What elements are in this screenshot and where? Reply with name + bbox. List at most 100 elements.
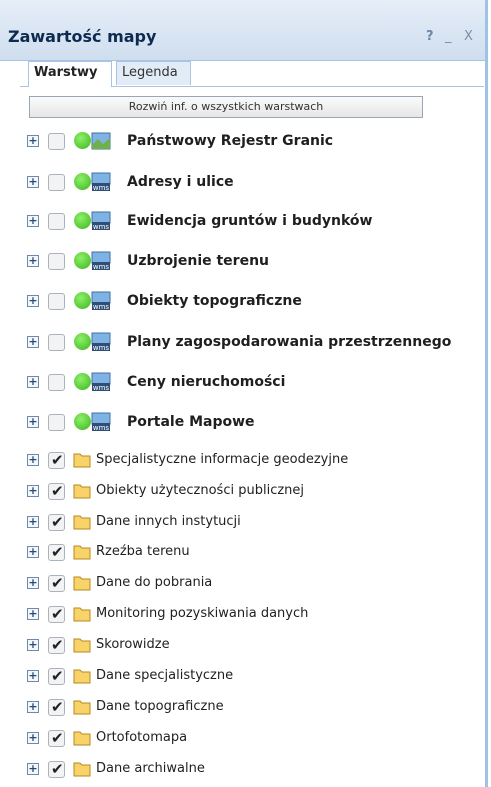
checkmark-icon: ✔ xyxy=(51,482,64,500)
expand-plus-icon[interactable]: + xyxy=(27,135,39,147)
status-green-icon xyxy=(74,212,91,229)
expand-plus-icon[interactable]: + xyxy=(27,546,39,558)
layer-checkbox[interactable] xyxy=(48,253,65,270)
close-icon[interactable]: X xyxy=(464,29,473,44)
status-green-icon xyxy=(74,132,91,149)
folder-label: Ortofotomapa xyxy=(96,730,188,745)
expand-plus-icon[interactable]: + xyxy=(27,732,39,744)
title-bar[interactable]: Zawartość mapy ? _ X xyxy=(0,0,485,61)
checkmark-icon: ✔ xyxy=(51,729,64,747)
wms-icon: wms xyxy=(91,291,111,311)
folder-checkbox[interactable]: ✔ xyxy=(48,636,65,654)
help-icon[interactable]: ? xyxy=(426,29,434,44)
layer-checkbox[interactable] xyxy=(48,374,65,391)
layer-group-label: Plany zagospodarowania przestrzennego xyxy=(127,334,452,350)
folder-label: Dane topograficzne xyxy=(96,699,224,714)
wms-icon: wms xyxy=(91,251,111,271)
svg-text:wms: wms xyxy=(93,384,110,392)
folder-label: Dane innych instytucji xyxy=(96,514,241,529)
folder-checkbox[interactable]: ✔ xyxy=(48,667,65,685)
folder-label: Obiekty użyteczności publicznej xyxy=(96,483,305,498)
layer-group-label: Uzbrojenie terenu xyxy=(127,253,270,269)
checkmark-icon: ✔ xyxy=(51,543,64,561)
folder-label: Dane specjalistyczne xyxy=(96,668,234,683)
layer-checkbox[interactable] xyxy=(48,213,65,230)
expand-plus-icon[interactable]: + xyxy=(27,416,39,428)
layer-checkbox[interactable] xyxy=(48,334,65,351)
svg-text:wms: wms xyxy=(93,303,110,311)
status-green-icon xyxy=(74,173,91,190)
folder-icon xyxy=(73,669,91,684)
folder-icon xyxy=(73,576,91,591)
expand-plus-icon[interactable]: + xyxy=(27,376,39,388)
panel-title: Zawartość mapy xyxy=(8,27,157,46)
expand-plus-icon[interactable]: + xyxy=(27,215,39,227)
expand-all-button[interactable]: Rozwiń inf. o wszystkich warstwach xyxy=(29,96,423,118)
expand-plus-icon[interactable]: + xyxy=(27,670,39,682)
folder-icon xyxy=(73,607,91,622)
expand-plus-icon[interactable]: + xyxy=(27,485,39,497)
expand-plus-icon[interactable]: + xyxy=(27,336,39,348)
folder-checkbox[interactable]: ✔ xyxy=(48,760,65,778)
svg-text:wms: wms xyxy=(93,344,110,352)
layer-checkbox[interactable] xyxy=(48,414,65,431)
folder-label: Specjalistyczne informacje geodezyjne xyxy=(96,452,349,467)
svg-text:wms: wms xyxy=(93,184,110,192)
folder-label: Dane do pobrania xyxy=(96,575,213,590)
folder-checkbox[interactable]: ✔ xyxy=(48,543,65,561)
layer-group-label: Ceny nieruchomości xyxy=(127,374,286,390)
status-green-icon xyxy=(74,292,91,309)
folder-checkbox[interactable]: ✔ xyxy=(48,574,65,592)
expand-plus-icon[interactable]: + xyxy=(27,176,39,188)
svg-text:wms: wms xyxy=(93,424,110,432)
folder-checkbox[interactable]: ✔ xyxy=(48,698,65,716)
expand-plus-icon[interactable]: + xyxy=(27,255,39,267)
status-green-icon xyxy=(74,413,91,430)
checkmark-icon: ✔ xyxy=(51,451,64,469)
expand-plus-icon[interactable]: + xyxy=(27,516,39,528)
folder-checkbox[interactable]: ✔ xyxy=(48,605,65,623)
tab-legenda[interactable]: Legenda xyxy=(116,61,191,85)
expand-plus-icon[interactable]: + xyxy=(27,454,39,466)
checkmark-icon: ✔ xyxy=(51,574,64,592)
status-green-icon xyxy=(74,373,91,390)
svg-text:wms: wms xyxy=(93,223,110,231)
folder-checkbox[interactable]: ✔ xyxy=(48,729,65,747)
checkmark-icon: ✔ xyxy=(51,513,64,531)
status-green-icon xyxy=(74,333,91,350)
expand-plus-icon[interactable]: + xyxy=(27,763,39,775)
checkmark-icon: ✔ xyxy=(51,605,64,623)
tab-warstwy[interactable]: Warstwy xyxy=(28,61,112,87)
folder-icon xyxy=(73,515,91,530)
folder-icon xyxy=(73,731,91,746)
layer-group-label: Portale Mapowe xyxy=(127,414,255,430)
map-icon xyxy=(91,132,111,150)
layer-checkbox[interactable] xyxy=(48,133,65,150)
folder-checkbox[interactable]: ✔ xyxy=(48,451,65,469)
layer-checkbox[interactable] xyxy=(48,293,65,310)
expand-plus-icon[interactable]: + xyxy=(27,577,39,589)
svg-text:wms: wms xyxy=(93,263,110,271)
folder-icon xyxy=(73,545,91,560)
wms-icon: wms xyxy=(91,332,111,352)
tab-strip: Warstwy Legenda xyxy=(20,61,484,87)
minimize-icon[interactable]: _ xyxy=(445,29,452,44)
folder-icon xyxy=(73,453,91,468)
checkmark-icon: ✔ xyxy=(51,698,64,716)
expand-plus-icon[interactable]: + xyxy=(27,639,39,651)
folder-checkbox[interactable]: ✔ xyxy=(48,482,65,500)
wms-icon: wms xyxy=(91,412,111,432)
folder-label: Dane archiwalne xyxy=(96,761,205,776)
expand-plus-icon[interactable]: + xyxy=(27,701,39,713)
layer-checkbox[interactable] xyxy=(48,174,65,191)
expand-plus-icon[interactable]: + xyxy=(27,608,39,620)
layer-group-label: Państwowy Rejestr Granic xyxy=(127,133,334,149)
folder-checkbox[interactable]: ✔ xyxy=(48,513,65,531)
folder-label: Skorowidze xyxy=(96,637,170,652)
folder-label: Rzeźba terenu xyxy=(96,544,190,559)
status-green-icon xyxy=(74,252,91,269)
layer-group-label: Ewidencja gruntów i budynków xyxy=(127,213,373,229)
expand-plus-icon[interactable]: + xyxy=(27,295,39,307)
wms-icon: wms xyxy=(91,372,111,392)
layer-group-label: Adresy i ulice xyxy=(127,174,234,190)
